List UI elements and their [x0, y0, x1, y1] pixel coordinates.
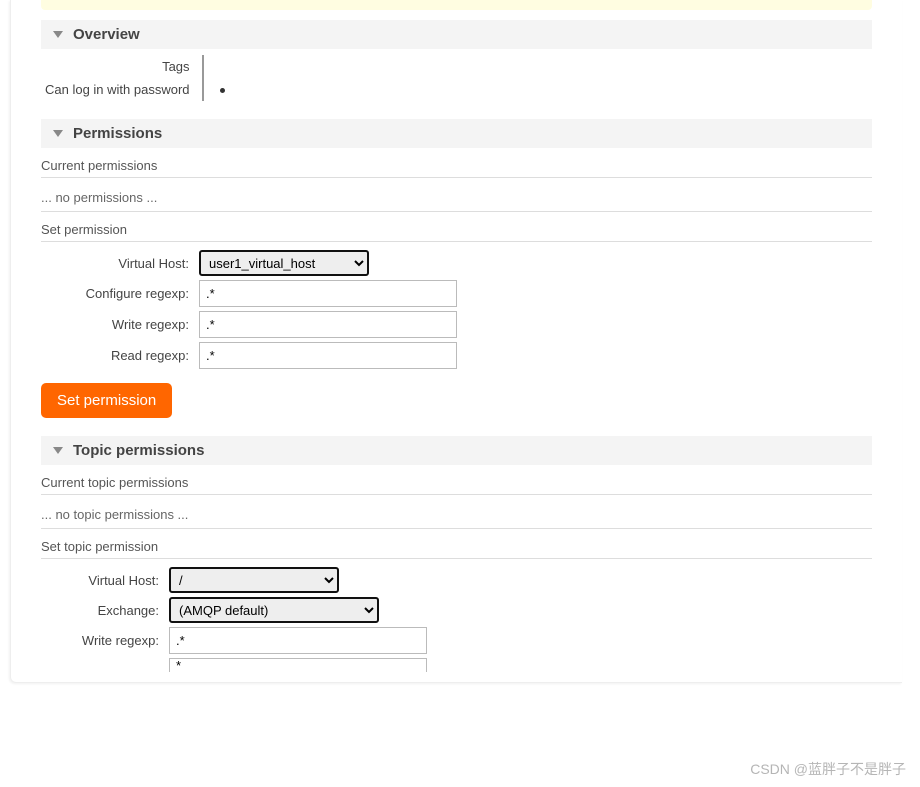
current-topic-permissions-label: Current topic permissions: [41, 475, 872, 490]
read-label: Read regexp:: [41, 348, 189, 363]
topic-vhost-label: Virtual Host:: [41, 573, 159, 588]
write-label: Write regexp:: [41, 317, 189, 332]
topic-write-input[interactable]: [169, 627, 427, 654]
set-permission-button[interactable]: Set permission: [41, 383, 172, 418]
chevron-down-icon: [53, 130, 63, 137]
watermark: CSDN @蓝胖子不是胖子: [750, 759, 906, 779]
divider: [41, 211, 872, 212]
divider: [41, 177, 872, 178]
chevron-down-icon: [53, 447, 63, 454]
set-permission-label: Set permission: [41, 222, 872, 237]
no-topic-permissions-text: ... no topic permissions ...: [41, 503, 872, 526]
overview-body: Tags Can log in with password: [41, 55, 872, 101]
set-topic-permission-label: Set topic permission: [41, 539, 872, 554]
topic-permissions-title: Topic permissions: [73, 442, 862, 459]
configure-label: Configure regexp:: [41, 286, 189, 301]
section-header-topic-permissions[interactable]: Topic permissions: [41, 436, 872, 465]
write-input[interactable]: [199, 311, 457, 338]
tags-label: Tags: [41, 55, 203, 78]
divider: [41, 528, 872, 529]
section-header-overview[interactable]: Overview: [41, 20, 872, 49]
overview-title: Overview: [73, 26, 862, 43]
divider: [41, 558, 872, 559]
permissions-body: Current permissions ... no permissions .…: [41, 158, 872, 418]
topic-write-label: Write regexp:: [41, 633, 159, 648]
exchange-select[interactable]: (AMQP default): [169, 597, 379, 623]
topic-read-input[interactable]: [169, 658, 427, 672]
no-permissions-text: ... no permissions ...: [41, 186, 872, 209]
permissions-title: Permissions: [73, 125, 862, 142]
topic-vhost-select[interactable]: /: [169, 567, 339, 593]
topic-permissions-body: Current topic permissions ... no topic p…: [41, 475, 872, 672]
chevron-down-icon: [53, 31, 63, 38]
read-input[interactable]: [199, 342, 457, 369]
notice-bar: [41, 0, 872, 10]
divider: [41, 241, 872, 242]
section-header-permissions[interactable]: Permissions: [41, 119, 872, 148]
vhost-select[interactable]: user1_virtual_host: [199, 250, 369, 276]
divider: [41, 494, 872, 495]
vhost-label: Virtual Host:: [41, 256, 189, 271]
login-value: [203, 78, 243, 101]
exchange-label: Exchange:: [41, 603, 159, 618]
dot-icon: [220, 88, 225, 93]
current-permissions-label: Current permissions: [41, 158, 872, 173]
login-label: Can log in with password: [41, 78, 203, 101]
configure-input[interactable]: [199, 280, 457, 307]
tags-value: [203, 55, 243, 78]
